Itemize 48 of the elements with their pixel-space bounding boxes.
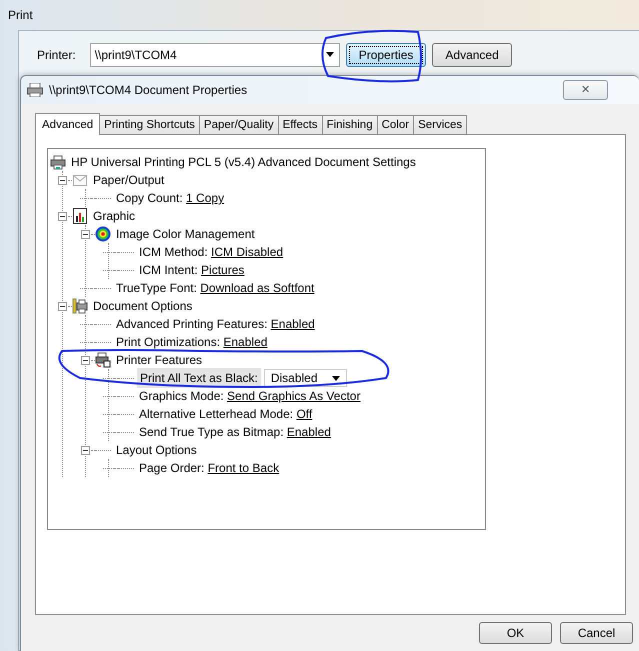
collapse-toggle-icon[interactable] (58, 302, 67, 310)
setting-item[interactable]: ICM Intent: Pictures (137, 261, 246, 279)
dialog-button[interactable]: Properties (346, 43, 426, 67)
tab[interactable]: Paper/Quality (198, 115, 279, 134)
tree-item[interactable]: Document Options (91, 297, 194, 315)
collapse-toggle-icon[interactable] (81, 446, 90, 454)
dialog-button[interactable]: OK (479, 622, 552, 644)
setting-item[interactable]: Print Optimizations: Enabled (114, 333, 270, 351)
setting-item[interactable]: ICM Method: ICM Disabled (137, 243, 286, 261)
printer-icon (27, 83, 43, 97)
dialog-title: \\print9\TCOM4 Document Properties (49, 82, 248, 99)
dialog-button[interactable]: Cancel (560, 622, 633, 644)
tab[interactable]: Effects (278, 115, 323, 134)
close-button[interactable]: ✕ (563, 80, 608, 100)
tab[interactable]: Advanced (35, 113, 100, 135)
tab[interactable]: Printing Shortcuts (99, 115, 200, 134)
printer-label: Printer: (37, 47, 76, 64)
setting-item[interactable]: TrueType Font: Download as Softfont (114, 279, 316, 297)
collapse-toggle-icon[interactable] (58, 176, 67, 184)
setting-item[interactable]: Alternative Letterhead Mode: Off (137, 405, 314, 423)
tree-item[interactable]: HP Universal Printing PCL 5 (v5.4) Advanced Document Settings (69, 153, 418, 171)
tree-item[interactable]: Image Color Management (114, 225, 257, 243)
printer-dropdown[interactable]: \\print9\TCOM4 (90, 43, 340, 67)
tab[interactable]: Services (413, 115, 468, 134)
collapse-toggle-icon[interactable] (81, 356, 90, 364)
printer-icon (95, 352, 111, 368)
setting-label: Print All Text as Black: (137, 368, 261, 388)
window-title: Print (7, 7, 34, 24)
setting-item[interactable]: Copy Count: 1 Copy (114, 189, 226, 207)
setting-item[interactable]: Send True Type as Bitmap: Enabled (137, 423, 333, 441)
bar-chart-icon (72, 208, 88, 224)
tab[interactable]: Color (376, 115, 414, 134)
tab[interactable]: Finishing (322, 115, 378, 134)
tree-item[interactable]: Layout Options (114, 441, 199, 459)
collapse-toggle-icon[interactable] (58, 212, 67, 220)
tree-item[interactable]: Printer Features (114, 351, 204, 369)
setting-item[interactable]: Advanced Printing Features: Enabled (114, 315, 317, 333)
dropdown-arrow-icon (332, 376, 340, 380)
tree-item[interactable]: Graphic (91, 207, 138, 225)
collapse-toggle-icon[interactable] (81, 230, 90, 238)
dialog-button[interactable]: Advanced (432, 43, 512, 67)
color-target-icon (95, 226, 111, 242)
dropdown-arrow-icon (326, 52, 334, 58)
tree-item[interactable]: Paper/Output (91, 171, 166, 189)
value-dropdown[interactable]: Disabled (264, 369, 347, 387)
setting-item[interactable]: Page Order: Front to Back (137, 459, 282, 477)
setting-item[interactable]: Graphics Mode: Send Graphics As Vector (137, 387, 362, 405)
envelope-icon (72, 172, 88, 188)
